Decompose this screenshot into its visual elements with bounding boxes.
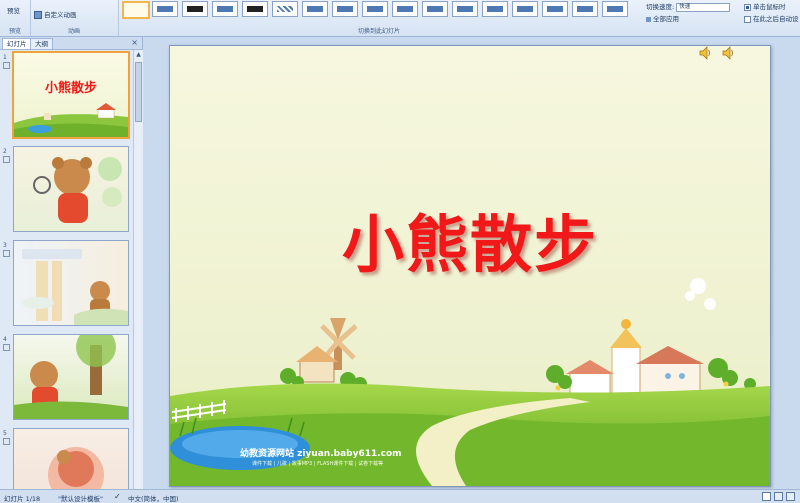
slide-number: 2 [3,148,7,155]
animation-group-label: 动画 [67,28,80,35]
checkbox-icon [744,15,751,23]
speaker-icon[interactable] [699,46,711,60]
transition-thumb[interactable] [242,1,268,17]
transition-thumb[interactable] [212,1,238,17]
panel-tabs: 幻灯片 大纲 × [0,37,142,50]
speed-option: 切换速度: 快速 [646,1,731,12]
transition-thumb[interactable] [482,1,508,17]
panel-scrollbar[interactable]: ▲ [133,50,143,489]
transition-options: 切换速度: 快速 全部应用 单击鼠标时 在此之后自动设 [640,0,800,36]
transition-thumb[interactable] [152,1,178,17]
bear-magnifier-illustration [33,157,122,223]
spellcheck-icon[interactable]: ✓ [114,492,121,501]
watermark-tagline: 课件下载 | 儿歌 | 故事MP3 | FLASH课件下载 | 试卷下载等 [252,461,384,467]
slide-thumbnail[interactable]: 5 [0,426,132,489]
slide-number: 4 [3,336,7,343]
transition-group-label: 切换到此幻灯片 [357,28,400,35]
transition-thumb[interactable] [602,1,628,17]
slide-thumb-image [13,428,129,489]
view-normal-icon[interactable] [762,492,771,501]
slide-number: 3 [3,242,7,249]
slide-thumbnail[interactable]: 3 [0,238,132,328]
transition-icon [3,250,10,257]
transition-thumb[interactable] [272,1,298,17]
tab-outline[interactable]: 大纲 [30,38,53,49]
slide-number: 1 [3,54,7,61]
slide-number: 5 [3,430,7,437]
slide-title[interactable]: 小熊散步 [170,194,770,284]
slides-panel: 幻灯片 大纲 × 1 小熊散步 2 3 4 5 ▲ [0,37,143,489]
bear-story-illustration [22,249,128,325]
slide-thumbnail[interactable]: 4 [0,332,132,422]
current-slide[interactable]: 小熊散步 幼教资源网站 ziyuan.baby611.com 课件下载 | 儿歌… [169,45,771,487]
bear-closeup-illustration [48,447,104,489]
transition-thumb[interactable] [392,1,418,17]
slide-thumb-image [13,146,129,232]
transition-thumb[interactable] [182,1,208,17]
animation-icon [34,11,42,19]
close-icon[interactable]: × [131,38,138,47]
transition-thumb[interactable] [452,1,478,17]
transition-thumb[interactable] [512,1,538,17]
checkbox-checked-icon [744,3,751,11]
slide-thumb-image [13,240,129,326]
thumb-title: 小熊散步 [44,81,97,96]
transition-gallery [120,0,640,22]
scroll-thumb[interactable] [135,62,142,122]
custom-animation-button[interactable]: 自定义动画 [34,9,77,19]
speaker-icon[interactable] [722,46,734,60]
ribbon-group-animation: 自定义动画 动画 [30,0,119,36]
slide-thumbnail[interactable]: 2 [0,144,132,234]
bear-garden-illustration [14,335,128,419]
apply-all-icon [646,16,651,22]
on-click-checkbox[interactable]: 单击鼠标时 [744,1,786,11]
apply-all-button[interactable]: 全部应用 [646,13,679,23]
slide-thumb-image [13,334,129,420]
watermark-site: 幼教资源网站 ziyuan.baby611.com [240,449,402,459]
preview-button[interactable]: 预览 [7,5,20,15]
ribbon: 预览 预览 自定义动画 动画 切换到此幻灯片 切换速度: 快速 全部应用 单击鼠… [0,0,800,37]
transition-thumb[interactable] [422,1,448,17]
transition-icon [3,438,10,445]
custom-animation-label: 自定义动画 [44,11,77,19]
scroll-up-icon[interactable]: ▲ [135,51,142,59]
speed-select[interactable]: 快速 [676,2,731,12]
transition-thumb[interactable] [572,1,598,17]
ribbon-group-transition: 切换到此幻灯片 [118,0,640,36]
auto-after-checkbox[interactable]: 在此之后自动设 [744,13,799,23]
transition-icon [3,344,10,351]
transition-icon [3,156,10,163]
speed-label: 切换速度: [646,3,675,11]
transition-thumb[interactable] [332,1,358,17]
status-bar: 幻灯片 1/18 "默认设计模板" ✓ 中文(简体，中国) [0,489,800,503]
slide-thumb-image: 小熊散步 [12,51,130,139]
transition-thumb[interactable] [542,1,568,17]
preview-group-label: 预览 [8,28,21,35]
slide-thumbnail[interactable]: 1 小熊散步 [0,50,132,140]
tab-slides[interactable]: 幻灯片 [2,38,32,49]
slide-editor: 小熊散步 幼教资源网站 ziyuan.baby611.com 课件下载 | 儿歌… [143,37,800,489]
view-sorter-icon[interactable] [774,492,783,501]
auto-after-label: 在此之后自动设 [753,15,799,23]
view-slideshow-icon[interactable] [786,492,795,501]
transition-icon [3,62,10,69]
on-click-label: 单击鼠标时 [753,3,786,11]
slide-thumbnails: 1 小熊散步 2 3 4 5 [0,50,132,489]
transition-thumb[interactable] [122,1,150,19]
transition-thumb[interactable] [362,1,388,17]
transition-thumb[interactable] [302,1,328,17]
apply-all-label: 全部应用 [653,15,679,23]
ribbon-group-preview: 预览 预览 [0,0,31,36]
